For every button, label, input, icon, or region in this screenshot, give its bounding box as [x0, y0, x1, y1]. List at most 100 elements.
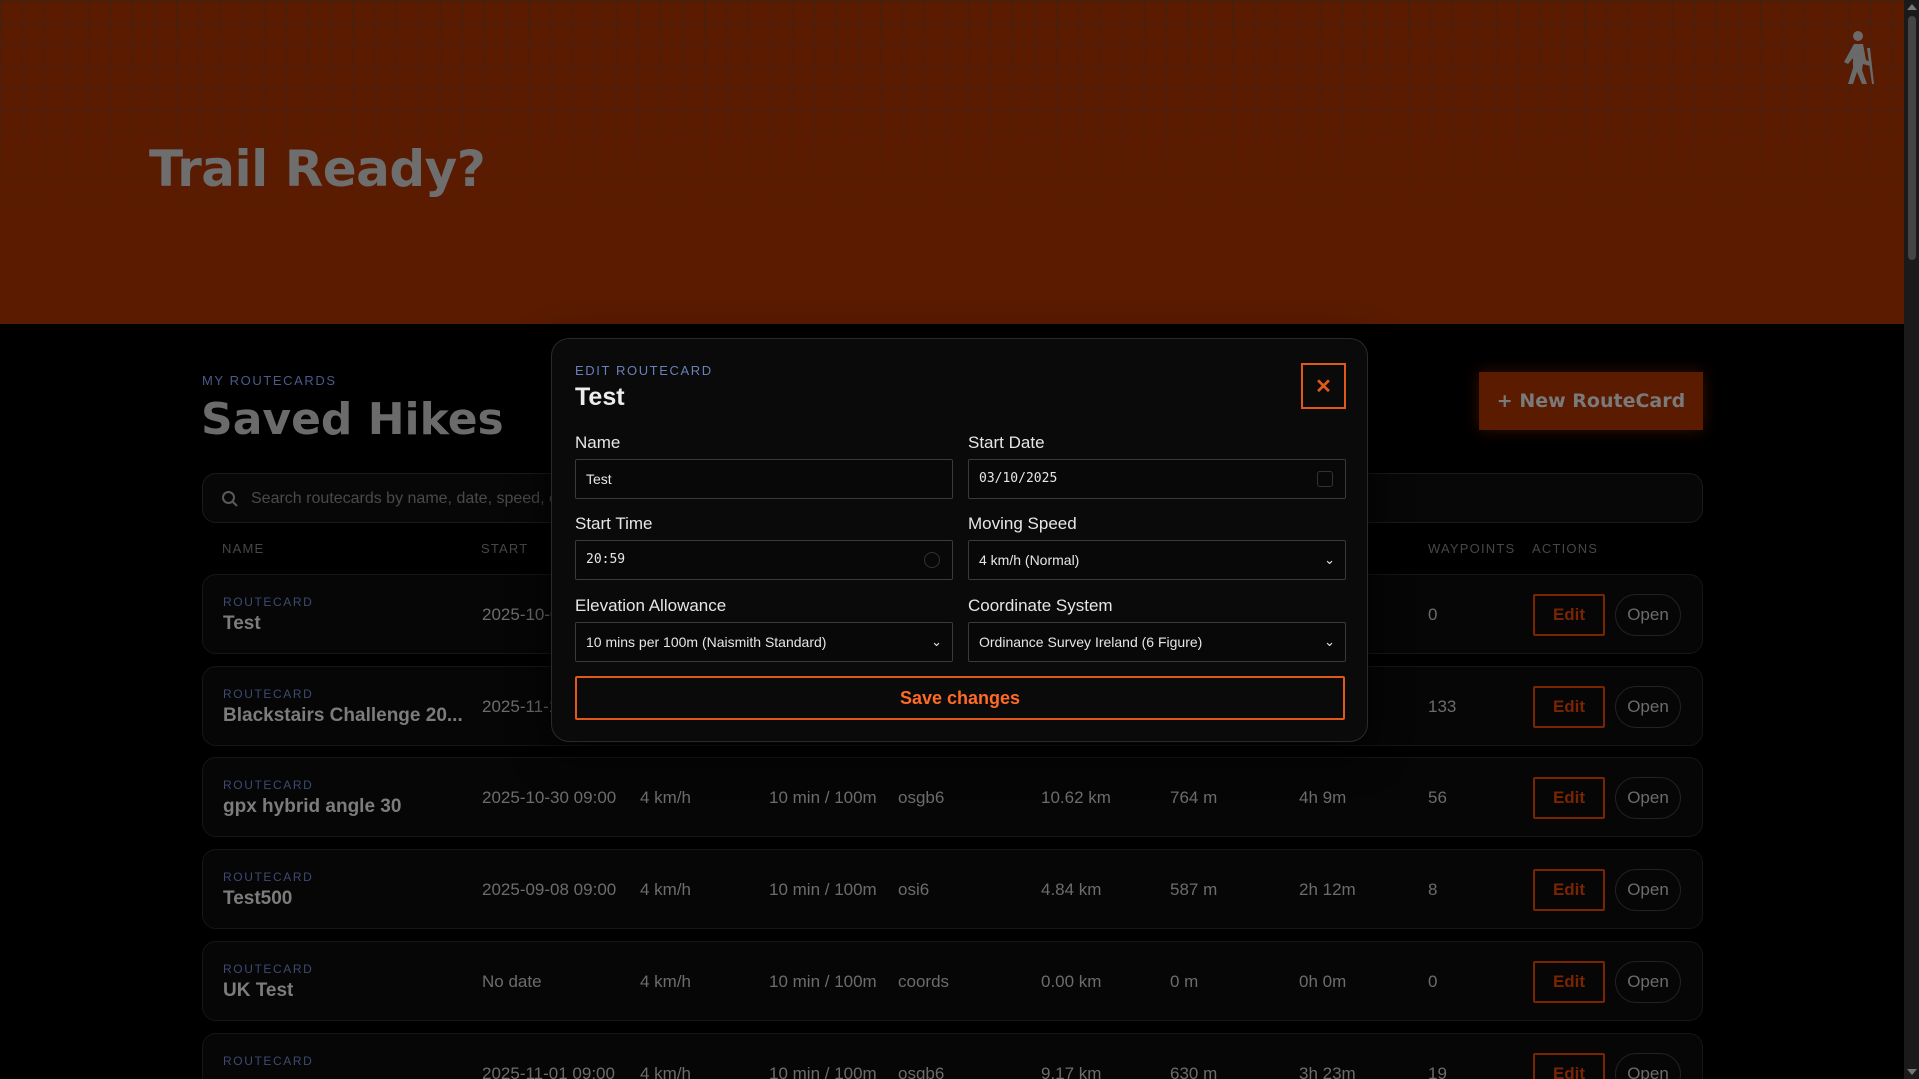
clock-icon[interactable] [924, 552, 940, 568]
coordinate-system-value: Ordinance Survey Ireland (6 Figure) [979, 634, 1203, 650]
elevation-allowance-value: 10 mins per 100m (Naismith Standard) [586, 634, 827, 650]
row-start: 2025-10-30 09:00 [482, 788, 617, 807]
modal-title: Test [575, 383, 625, 411]
moving-speed-select[interactable]: 4 km/h (Normal) ⌄ [968, 540, 1346, 580]
row-eyebrow: ROUTECARD [223, 687, 314, 701]
row-coords: osgb6 [898, 788, 945, 807]
coordinate-system-label: Coordinate System [968, 596, 1113, 615]
edit-button[interactable]: Edit [1533, 961, 1605, 1003]
row-distance: 9.17 km [1041, 1064, 1102, 1079]
row-elevation: 10 min / 100m [769, 880, 877, 899]
row-ascent: 630 m [1170, 1064, 1218, 1079]
calendar-icon[interactable] [1317, 471, 1333, 487]
name-field[interactable]: Test [575, 459, 953, 499]
row-distance: 10.62 km [1041, 788, 1111, 807]
open-button[interactable]: Open [1615, 1053, 1681, 1079]
scrollbar-thumb[interactable] [1908, 16, 1916, 260]
moving-speed-value: 4 km/h (Normal) [979, 552, 1080, 568]
row-distance: 4.84 km [1041, 880, 1102, 899]
row-waypoints: 133 [1428, 697, 1457, 716]
hero-banner: Trail Ready? [0, 0, 1904, 324]
row-ascent: 587 m [1170, 880, 1218, 899]
start-time-label: Start Time [575, 514, 653, 533]
name-label: Name [575, 433, 621, 452]
open-button[interactable]: Open [1615, 961, 1681, 1003]
row-eyebrow: ROUTECARD [223, 595, 314, 609]
close-button[interactable]: ✕ [1301, 363, 1346, 409]
open-button[interactable]: Open [1615, 869, 1681, 911]
row-coords: osi6 [898, 880, 930, 899]
search-icon [222, 491, 238, 507]
row-coords: coords [898, 972, 950, 991]
scroll-up-arrow-icon[interactable] [1907, 4, 1917, 10]
row-elevation: 10 min / 100m [769, 972, 877, 991]
row-speed: 4 km/h [640, 880, 692, 899]
row-time: 2h 12m [1299, 880, 1356, 899]
row-elevation: 10 min / 100m [769, 788, 877, 807]
table-row[interactable]: ROUTECARD UK Test No date 4 km/h 10 min … [202, 941, 1703, 1021]
modal-eyebrow: EDIT ROUTECARD [575, 363, 713, 378]
row-name: Test [223, 613, 261, 634]
edit-routecard-modal: EDIT ROUTECARD Test ✕ Name Test Start Da… [551, 338, 1368, 742]
new-routecard-button[interactable]: + New RouteCard [1479, 372, 1703, 430]
row-speed: 4 km/h [640, 972, 692, 991]
row-eyebrow: ROUTECARD [223, 870, 314, 884]
open-button[interactable]: Open [1615, 686, 1681, 728]
row-waypoints: 8 [1428, 880, 1438, 899]
row-start: 2025-10-0 [482, 605, 560, 624]
coordinate-system-select[interactable]: Ordinance Survey Ireland (6 Figure) ⌄ [968, 622, 1346, 662]
row-name: UK Test [223, 980, 294, 1001]
column-header-name: NAME [222, 541, 265, 556]
open-button[interactable]: Open [1615, 777, 1681, 819]
row-eyebrow: ROUTECARD [223, 962, 314, 976]
row-time: 0h 0m [1299, 972, 1347, 991]
start-date-value: 03/10/2025 [979, 471, 1058, 486]
row-start: 2025-11-1 [482, 697, 559, 716]
hiker-icon[interactable] [1836, 30, 1878, 86]
chevron-down-icon: ⌄ [1324, 552, 1335, 567]
name-value: Test [586, 471, 612, 487]
row-ascent: 0 m [1170, 972, 1199, 991]
row-eyebrow: ROUTECARD [223, 1054, 314, 1068]
section-eyebrow: MY ROUTECARDS [202, 373, 337, 388]
edit-button[interactable]: Edit [1533, 777, 1605, 819]
row-name: Blackstairs Challenge 20... [223, 705, 463, 726]
row-start: 2025-11-01 09:00 [482, 1064, 615, 1079]
edit-button[interactable]: Edit [1533, 869, 1605, 911]
elevation-allowance-select[interactable]: 10 mins per 100m (Naismith Standard) ⌄ [575, 622, 953, 662]
row-eyebrow: ROUTECARD [223, 778, 314, 792]
start-time-field[interactable]: 20:59 [575, 540, 953, 580]
column-header-actions: ACTIONS [1532, 541, 1599, 556]
start-time-value: 20:59 [586, 552, 626, 567]
edit-button[interactable]: Edit [1533, 1053, 1605, 1079]
start-date-label: Start Date [968, 433, 1045, 452]
row-speed: 4 km/h [640, 1064, 692, 1079]
row-waypoints: 0 [1428, 972, 1438, 991]
save-changes-button[interactable]: Save changes [575, 676, 1345, 720]
open-button[interactable]: Open [1615, 594, 1681, 636]
edit-button[interactable]: Edit [1533, 686, 1605, 728]
close-icon: ✕ [1315, 376, 1332, 398]
row-waypoints: 19 [1428, 1064, 1447, 1079]
row-elevation: 10 min / 100m [769, 1064, 877, 1079]
row-ascent: 764 m [1170, 788, 1218, 807]
page-title: Saved Hikes [201, 394, 504, 445]
table-row[interactable]: ROUTECARD Test500 2025-09-08 09:00 4 km/… [202, 849, 1703, 929]
row-start: No date [482, 972, 542, 991]
chevron-down-icon: ⌄ [931, 634, 942, 649]
row-speed: 4 km/h [640, 788, 692, 807]
row-distance: 0.00 km [1041, 972, 1102, 991]
page-scrollbar[interactable] [1904, 0, 1919, 1079]
row-name: Test500 [223, 888, 293, 909]
elevation-allowance-label: Elevation Allowance [575, 596, 727, 615]
start-date-field[interactable]: 03/10/2025 [968, 459, 1346, 499]
moving-speed-label: Moving Speed [968, 514, 1077, 533]
edit-button[interactable]: Edit [1533, 594, 1605, 636]
column-header-start: START [481, 541, 529, 556]
scroll-down-arrow-icon[interactable] [1907, 1069, 1917, 1075]
row-waypoints: 56 [1428, 788, 1447, 807]
table-row[interactable]: ROUTECARD gpx hybrid angle 30 2025-10-30… [202, 757, 1703, 837]
column-header-waypoints: WAYPOINTS [1428, 541, 1516, 556]
table-row[interactable]: ROUTECARD 2025-11-01 09:00 4 km/h 10 min… [202, 1033, 1703, 1079]
row-coords: osgb6 [898, 1064, 945, 1079]
